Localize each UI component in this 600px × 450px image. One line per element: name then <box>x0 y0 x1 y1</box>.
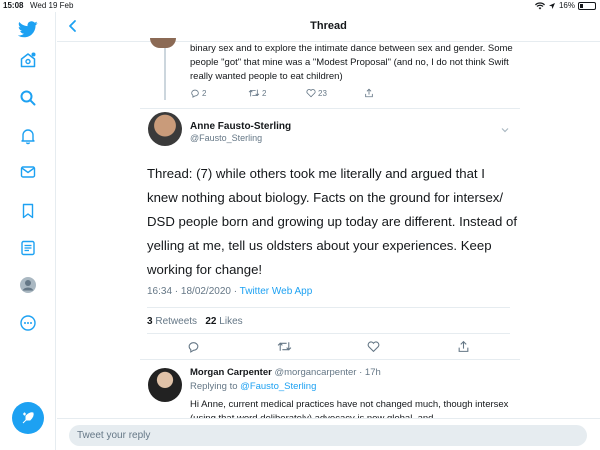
replying-to-label: Replying to <box>190 381 241 392</box>
retweet-action[interactable]: 2 <box>248 88 306 98</box>
header-bar: Thread <box>57 12 600 42</box>
heart-icon <box>306 89 316 98</box>
divider <box>140 359 520 360</box>
reply-author-name[interactable]: Morgan Carpenter <box>190 367 272 378</box>
share-button[interactable] <box>457 340 470 355</box>
previous-tweet-text: binary sex and to explore the intimate d… <box>190 43 513 82</box>
replying-to: Replying to @Fausto_Sterling <box>190 381 316 392</box>
replying-to-handle-link[interactable]: @Fausto_Sterling <box>240 381 316 392</box>
chevron-down-icon[interactable] <box>500 122 510 133</box>
share-icon <box>365 88 373 98</box>
like-action[interactable]: 23 <box>306 88 364 98</box>
reply-author-handle[interactable]: @morgancarpenter <box>274 367 356 378</box>
likes-stat[interactable]: 22 Likes <box>205 316 242 327</box>
messages-envelope-icon[interactable] <box>18 162 38 182</box>
main-tweet-actions <box>187 340 470 355</box>
wifi-icon <box>534 1 545 9</box>
reply-action[interactable]: 2 <box>190 88 248 98</box>
tweet-source-link[interactable]: Twitter Web App <box>240 286 313 297</box>
divider <box>140 108 520 109</box>
retweets-count: 3 <box>147 316 153 327</box>
divider <box>147 333 510 334</box>
like-button[interactable] <box>367 340 457 355</box>
home-icon[interactable] <box>18 50 38 70</box>
tweet-timestamp: 16:34 · 18/02/2020 · <box>147 286 240 297</box>
bookmarks-icon[interactable] <box>18 201 38 221</box>
author-avatar[interactable] <box>148 112 182 146</box>
tweet-text: Thread: (7) while others took me literal… <box>147 166 517 277</box>
more-options-icon[interactable] <box>18 313 38 333</box>
status-time: 15:08 <box>3 1 24 10</box>
divider <box>147 307 510 308</box>
retweets-stat[interactable]: 3 Retweets <box>147 316 197 327</box>
reply-button[interactable] <box>187 340 277 355</box>
twitter-logo-icon[interactable] <box>18 19 38 39</box>
battery-percent: 16% <box>558 1 575 10</box>
tweet-meta: 16:34 · 18/02/2020 · Twitter Web App <box>147 286 312 297</box>
retweet-icon <box>277 342 292 351</box>
compose-tweet-button[interactable] <box>12 402 44 434</box>
likes-label: Likes <box>219 316 243 327</box>
tweet-stats: 3 Retweets 22 Likes <box>147 316 243 327</box>
status-right: 16% <box>534 1 596 10</box>
share-action[interactable] <box>364 88 374 98</box>
share-icon <box>458 340 469 352</box>
reply-count: 2 <box>202 88 207 98</box>
retweet-count: 2 <box>262 88 267 98</box>
like-count: 23 <box>318 88 327 98</box>
reply-timestamp: · 17h <box>359 367 381 378</box>
lists-icon[interactable] <box>18 238 38 258</box>
notifications-bell-icon[interactable] <box>18 126 38 146</box>
status-date: Wed 19 Feb <box>30 1 74 10</box>
location-icon <box>548 2 555 9</box>
reply-compose-bar <box>57 418 600 450</box>
sidebar <box>0 12 56 450</box>
status-bar: 15:08 Wed 19 Feb 16% <box>0 0 600 12</box>
compose-feather-icon <box>22 412 34 424</box>
page-title: Thread <box>310 20 347 32</box>
reply-header: Morgan Carpenter @morgancarpenter · 17h <box>190 367 381 378</box>
retweet-icon <box>248 89 260 97</box>
reply-icon <box>188 342 199 353</box>
reply-icon <box>191 89 199 98</box>
previous-tweet-actions: 2 2 23 <box>190 88 374 98</box>
thread-connector-line <box>164 40 166 100</box>
battery-icon <box>578 1 596 10</box>
heart-icon <box>367 341 380 353</box>
author-handle[interactable]: @Fausto_Sterling <box>190 133 262 143</box>
search-icon[interactable] <box>18 88 38 108</box>
retweet-button[interactable] <box>277 340 367 355</box>
profile-avatar-icon[interactable] <box>18 275 38 295</box>
reply-input[interactable] <box>69 425 587 446</box>
likes-count: 22 <box>205 316 217 327</box>
author-name[interactable]: Anne Fausto-Sterling <box>190 121 291 132</box>
reply-author-avatar[interactable] <box>148 368 182 402</box>
previous-tweet-avatar[interactable] <box>150 38 176 48</box>
retweets-label: Retweets <box>155 316 198 327</box>
